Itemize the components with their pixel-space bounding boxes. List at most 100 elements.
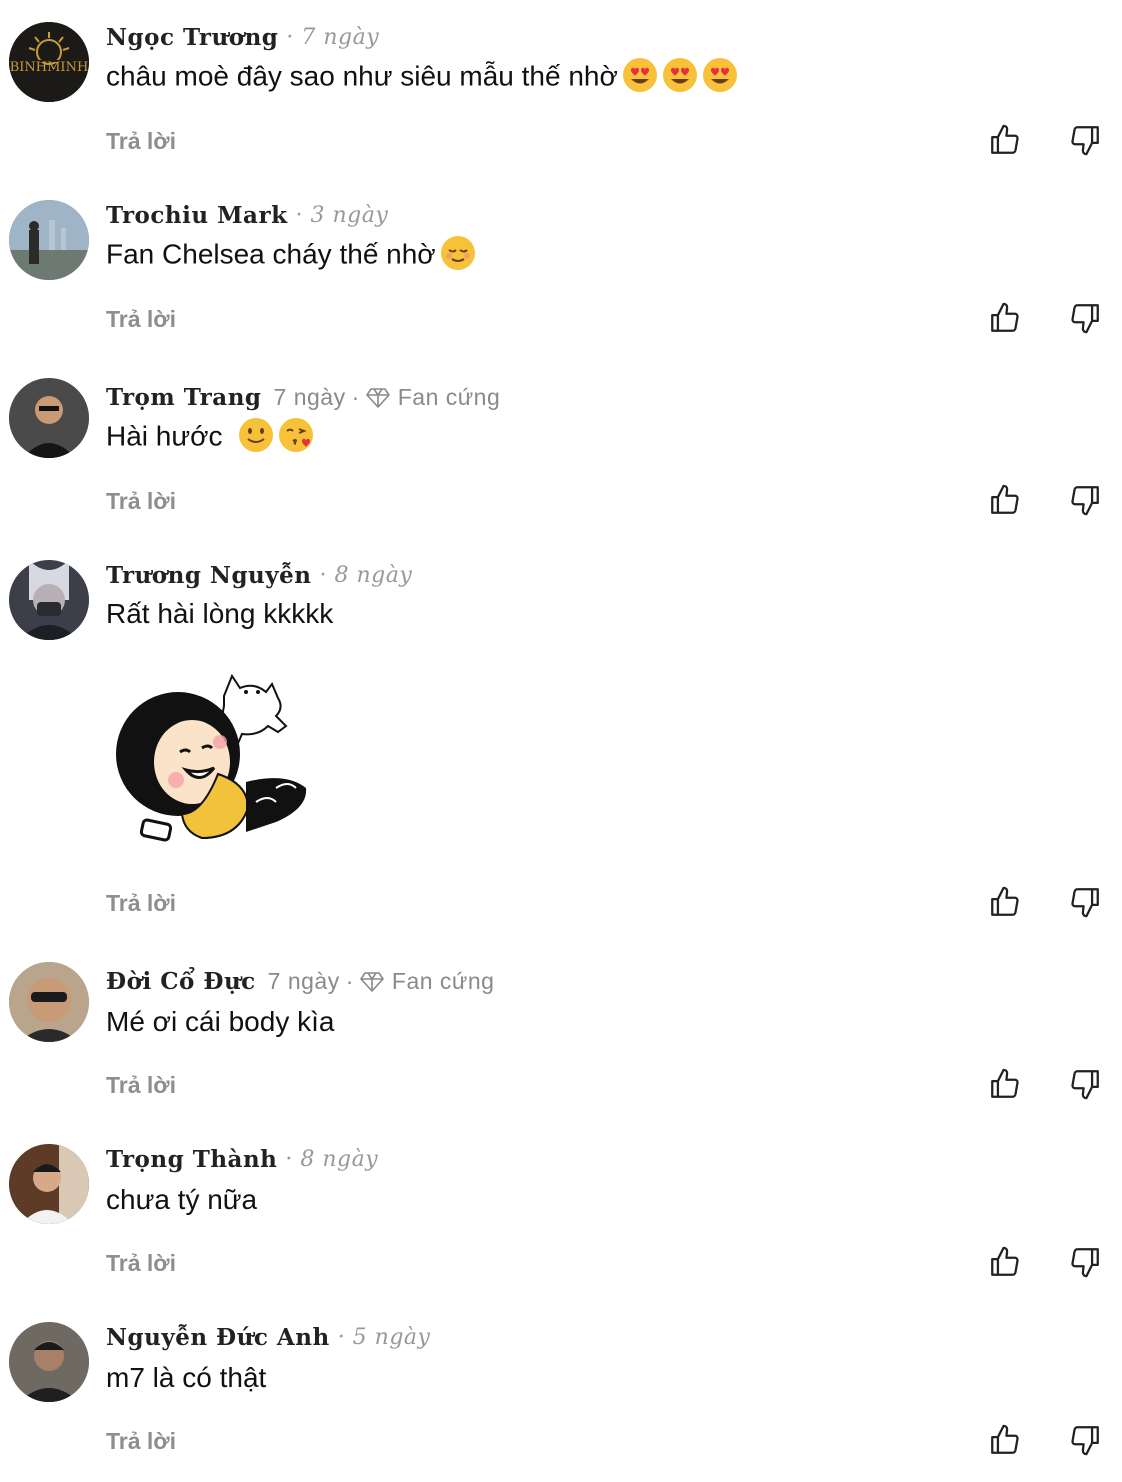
comment-time: 7 ngày: [267, 968, 340, 994]
comment-header: Trochiu Mark · 3 ngày: [106, 202, 388, 229]
comment-text: Mé ơi cái body kìa: [106, 1006, 334, 1038]
thumbs-up-icon: [991, 302, 1019, 332]
comment-header: Trọng Thành · 8 ngày: [106, 1146, 378, 1173]
relieved-face-icon: [440, 235, 476, 271]
reply-button[interactable]: Trả lời: [106, 1428, 176, 1455]
thumbs-up-icon: [991, 1068, 1019, 1098]
comment-header: Ngọc Trương · 7 ngày: [106, 24, 379, 51]
slight-smile-icon: [238, 417, 274, 453]
comment-time: · 7 ngày: [286, 25, 380, 50]
fan-badge: Fan cứng: [360, 968, 495, 995]
comment-body: m7 là có thật: [106, 1362, 267, 1393]
avatar[interactable]: BINHMINH: [9, 22, 89, 102]
avatar[interactable]: [9, 200, 89, 280]
thumbs-up-icon: [991, 1424, 1019, 1454]
thumbs-up-icon: [991, 124, 1019, 154]
thumbs-down-icon: [1071, 126, 1099, 156]
avatar[interactable]: [9, 1322, 89, 1402]
comment-text: Rất hài lòng kkkkk: [106, 598, 333, 630]
like-button[interactable]: [988, 123, 1022, 157]
comment-body: châu moè đây sao như siêu mẫu thế nhờ: [106, 60, 618, 92]
kissing-heart-icon: [278, 417, 314, 453]
username[interactable]: Trọm Trang: [106, 384, 262, 411]
dislike-button[interactable]: [1068, 1245, 1102, 1279]
thumbs-up-icon: [991, 1246, 1019, 1276]
comment-meta: 7 ngày · Fan cứng: [266, 384, 501, 411]
reply-button[interactable]: Trả lời: [106, 1072, 176, 1099]
thumbs-down-icon: [1071, 1070, 1099, 1100]
like-button[interactable]: [988, 1423, 1022, 1457]
avatar-image: [9, 1144, 89, 1224]
dislike-button[interactable]: [1068, 123, 1102, 157]
avatar-image: [9, 962, 89, 1042]
fan-badge: Fan cứng: [365, 384, 501, 411]
heart-eyes-icon: [662, 57, 698, 93]
thumbs-down-icon: [1071, 888, 1099, 918]
thumbs-down-icon: [1071, 304, 1099, 334]
comment-text: Hài hước: [106, 417, 314, 456]
avatar-image: [9, 200, 89, 280]
diamond-icon: [360, 971, 384, 992]
sticker-graphic: [116, 673, 307, 842]
avatar[interactable]: [9, 378, 89, 458]
dislike-button[interactable]: [1068, 483, 1102, 517]
comment-time: · 8 ngày: [319, 563, 413, 588]
comment-text: Fan Chelsea cháy thế nhờ: [106, 235, 476, 274]
heart-eyes-icon: [702, 57, 738, 93]
comment-header: Trương Nguyễn · 8 ngày: [106, 562, 412, 589]
thumbs-down-icon: [1071, 1248, 1099, 1278]
avatar-image: [9, 560, 89, 640]
avatar-image: [9, 378, 89, 458]
comment-text: châu moè đây sao như siêu mẫu thế nhờ: [106, 57, 738, 96]
like-button[interactable]: [988, 1245, 1022, 1279]
dislike-button[interactable]: [1068, 885, 1102, 919]
thumbs-up-icon: [991, 886, 1019, 916]
comment-time: 7 ngày: [273, 384, 346, 410]
fan-badge-label: Fan cứng: [391, 968, 495, 994]
like-button[interactable]: [988, 483, 1022, 517]
comment-body: Hài hước: [106, 420, 223, 452]
reply-button[interactable]: Trả lời: [106, 488, 176, 515]
comment-header: Nguyễn Đức Anh · 5 ngày: [106, 1324, 430, 1351]
sticker-image: [106, 662, 326, 852]
thumbs-down-icon: [1071, 486, 1099, 516]
avatar-image: [9, 1322, 89, 1402]
username[interactable]: Trochiu Mark: [106, 202, 288, 229]
fan-badge-label: Fan cứng: [397, 384, 501, 410]
username[interactable]: Trương Nguyễn: [106, 562, 311, 589]
thumbs-up-icon: [991, 484, 1019, 514]
comment-time: · 3 ngày: [295, 203, 389, 228]
comment-header: Đời Cổ Đực 7 ngày · Fan cứng: [106, 968, 494, 995]
like-button[interactable]: [988, 1067, 1022, 1101]
avatar[interactable]: [9, 962, 89, 1042]
comment-text: m7 là có thật: [106, 1362, 266, 1394]
comment-body: Rất hài lòng kkkkk: [106, 598, 334, 629]
dislike-button[interactable]: [1068, 1067, 1102, 1101]
thumbs-down-icon: [1071, 1426, 1099, 1456]
comment-body: Mé ơi cái body kìa: [106, 1006, 335, 1037]
comment-header: Trọm Trang 7 ngày · Fan cứng: [106, 384, 500, 411]
reply-button[interactable]: Trả lời: [106, 306, 176, 333]
comment-body: chưa tý nữa: [106, 1184, 258, 1215]
username[interactable]: Đời Cổ Đực: [106, 968, 256, 995]
username[interactable]: Nguyễn Đức Anh: [106, 1324, 330, 1351]
like-button[interactable]: [988, 885, 1022, 919]
heart-eyes-icon: [622, 57, 658, 93]
dislike-button[interactable]: [1068, 1423, 1102, 1457]
avatar-label: BINHMINH: [9, 60, 89, 75]
reply-button[interactable]: Trả lời: [106, 128, 176, 155]
meta-separator: ·: [351, 384, 360, 410]
comment-body: Fan Chelsea cháy thế nhờ: [106, 238, 436, 270]
meta-separator: ·: [345, 968, 354, 994]
comment-time: · 8 ngày: [285, 1147, 379, 1172]
username[interactable]: Trọng Thành: [106, 1146, 277, 1173]
avatar[interactable]: [9, 1144, 89, 1224]
dislike-button[interactable]: [1068, 301, 1102, 335]
reply-button[interactable]: Trả lời: [106, 890, 176, 917]
comment-meta: 7 ngày · Fan cứng: [260, 968, 495, 995]
reply-button[interactable]: Trả lời: [106, 1250, 176, 1277]
avatar[interactable]: [9, 560, 89, 640]
like-button[interactable]: [988, 301, 1022, 335]
comment-time: · 5 ngày: [337, 1325, 431, 1350]
username[interactable]: Ngọc Trương: [106, 24, 278, 51]
